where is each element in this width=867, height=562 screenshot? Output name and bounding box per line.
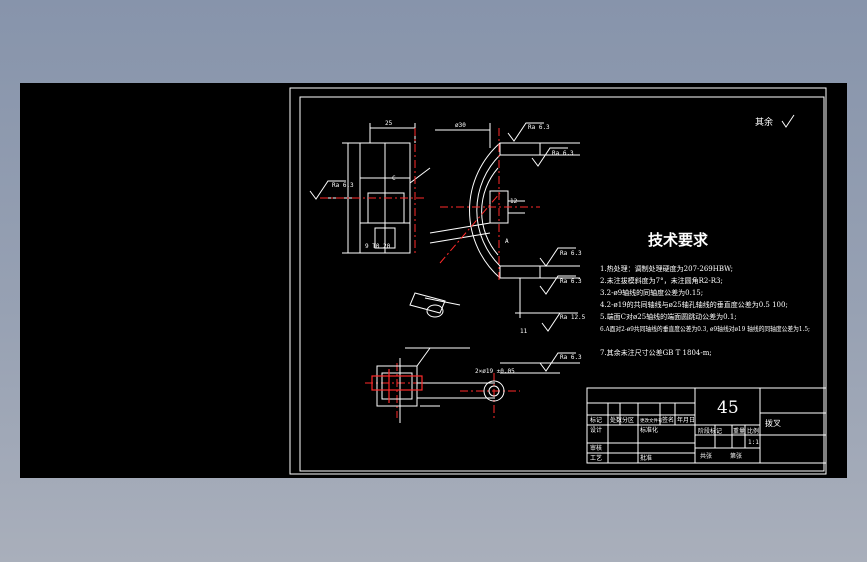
dim-label: 11 — [520, 328, 528, 335]
requirements-heading: 技术要求 — [648, 231, 709, 249]
scale-value: 1:1 — [748, 439, 759, 446]
ra-label: Ra 6.3 — [560, 250, 582, 257]
technical-requirements: 技术要求 1.热处理：调制处理硬度为207-269HBW; 2.未注拔模斜度为7… — [600, 231, 810, 357]
title-cell: 签名 — [662, 416, 674, 424]
dim-label: ø30 — [455, 122, 466, 129]
ra-label: Ra 6.3 — [560, 278, 582, 285]
title-cell: 标记 — [590, 416, 602, 424]
requirement-item: 2.未注拔模斜度为7°，未注圆角R2-R3; — [600, 276, 723, 285]
main-view — [320, 123, 580, 318]
title-cell: 比例 — [747, 427, 759, 435]
dim-label: A — [505, 238, 509, 245]
title-block — [586, 387, 827, 464]
title-cell: 工艺 — [590, 454, 602, 462]
outer-frame — [289, 87, 827, 475]
title-cell: 共张 — [700, 452, 712, 460]
requirement-item: 1.热处理：调制处理硬度为207-269HBW; — [600, 264, 733, 273]
title-cell: 处数 — [610, 416, 622, 424]
requirement-item: 4.2-ø19的共同轴线与ø25轴孔轴线的垂直度公差为0.5 100; — [600, 300, 788, 309]
material-label: 45 — [717, 398, 739, 418]
dim-label: C — [392, 175, 396, 182]
annotation-text: Ra 6.3 Ra 6.3 Ra 6.3 Ra 6.3 Ra 6.3 Ra 12… — [332, 120, 586, 375]
dim-label: 9 T0 20 — [365, 243, 391, 250]
title-cell: 更改文件号 — [640, 417, 663, 424]
title-cell: 分区 — [622, 416, 634, 424]
ra-label: Ra 12.5 — [560, 314, 586, 321]
title-cell: 阶段标记 — [698, 427, 722, 435]
requirement-item: 7.其余未注尺寸公差GB T 1804-m; — [600, 348, 712, 357]
bottom-view — [376, 347, 580, 423]
rest-finish-label: 其余 — [755, 116, 773, 128]
title-cell: 批准 — [640, 454, 652, 462]
requirement-item: 5.端面C对ø25轴线的端面圆跳动公差为0.1; — [600, 312, 737, 321]
title-cell: 重量 — [733, 427, 745, 435]
requirement-item: 3.2-ø9轴线的同轴度公差为0.15; — [600, 288, 703, 297]
title-block-text: 45 拨叉 标记 处数 分区 更改文件号 签名 年月日 设计 标准化 阶段标记 … — [590, 398, 781, 462]
dim-label: 2×ø19 ±0.05 — [475, 368, 515, 375]
ra-label: Ra 6.3 — [528, 124, 550, 131]
drawing-canvas: Ra 6.3 Ra 6.3 Ra 6.3 Ra 6.3 Ra 6.3 Ra 12… — [289, 87, 827, 475]
title-cell: 第张 — [730, 452, 742, 460]
part-name: 拨叉 — [765, 418, 781, 428]
title-cell: 标准化 — [640, 426, 658, 434]
dim-label: 12 — [510, 198, 518, 205]
ra-label: Ra 6.3 — [332, 182, 354, 189]
cad-viewport[interactable]: Ra 6.3 Ra 6.3 Ra 6.3 Ra 6.3 Ra 6.3 Ra 12… — [20, 83, 847, 478]
dim-label: 25 — [385, 120, 393, 127]
title-cell: 设计 — [590, 426, 602, 434]
title-cell: 年月日 — [677, 416, 695, 424]
ra-label: Ra 6.3 — [552, 150, 574, 157]
ra-label: Ra 6.3 — [560, 354, 582, 361]
title-cell: 审核 — [590, 444, 602, 452]
requirement-item: 6.A面对2-ø9共同轴线的垂直度公差为0.3, ø9轴线对ø19 轴线的同轴度… — [600, 324, 810, 333]
